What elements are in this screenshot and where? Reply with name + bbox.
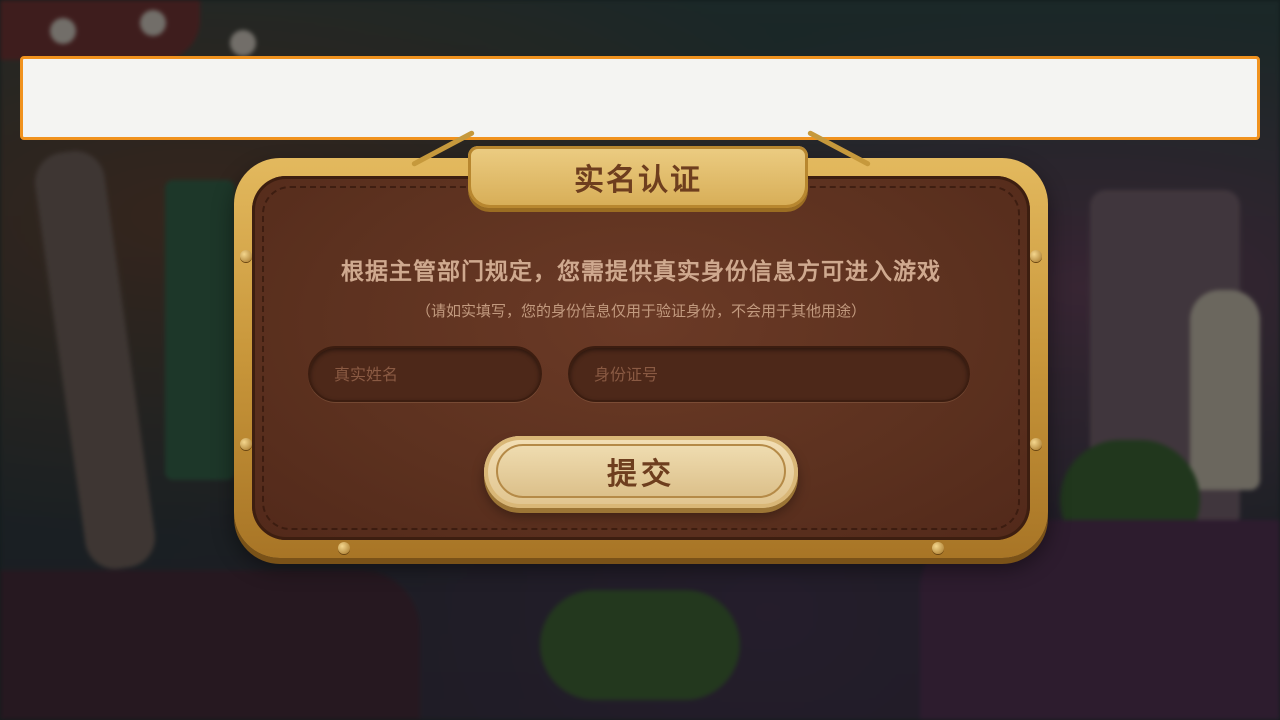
real-name-field bbox=[308, 346, 542, 402]
dialog-title: 实名认证 bbox=[574, 163, 702, 198]
rivet-icon bbox=[338, 542, 350, 554]
submit-button-face: 提交 bbox=[496, 444, 786, 498]
id-number-input[interactable] bbox=[570, 348, 968, 400]
game-screen: 实名认证 根据主管部门规定，您需提供真实身份信息方可进入游戏 （请如实填写，您的… bbox=[0, 0, 1280, 720]
id-number-field bbox=[568, 346, 970, 402]
submit-button[interactable]: 提交 bbox=[484, 436, 798, 508]
title-plaque: 实名认证 bbox=[468, 146, 808, 208]
rivet-icon bbox=[1030, 438, 1042, 450]
real-name-input[interactable] bbox=[310, 348, 540, 400]
submit-label: 提交 bbox=[607, 457, 675, 492]
top-banner-bar bbox=[20, 56, 1260, 140]
rivet-icon bbox=[240, 438, 252, 450]
dialog-message: 根据主管部门规定，您需提供真实身份信息方可进入游戏 bbox=[341, 259, 941, 285]
rivet-icon bbox=[932, 542, 944, 554]
dialog-note: （请如实填写，您的身份信息仅用于验证身份，不会用于其他用途） bbox=[415, 302, 866, 320]
